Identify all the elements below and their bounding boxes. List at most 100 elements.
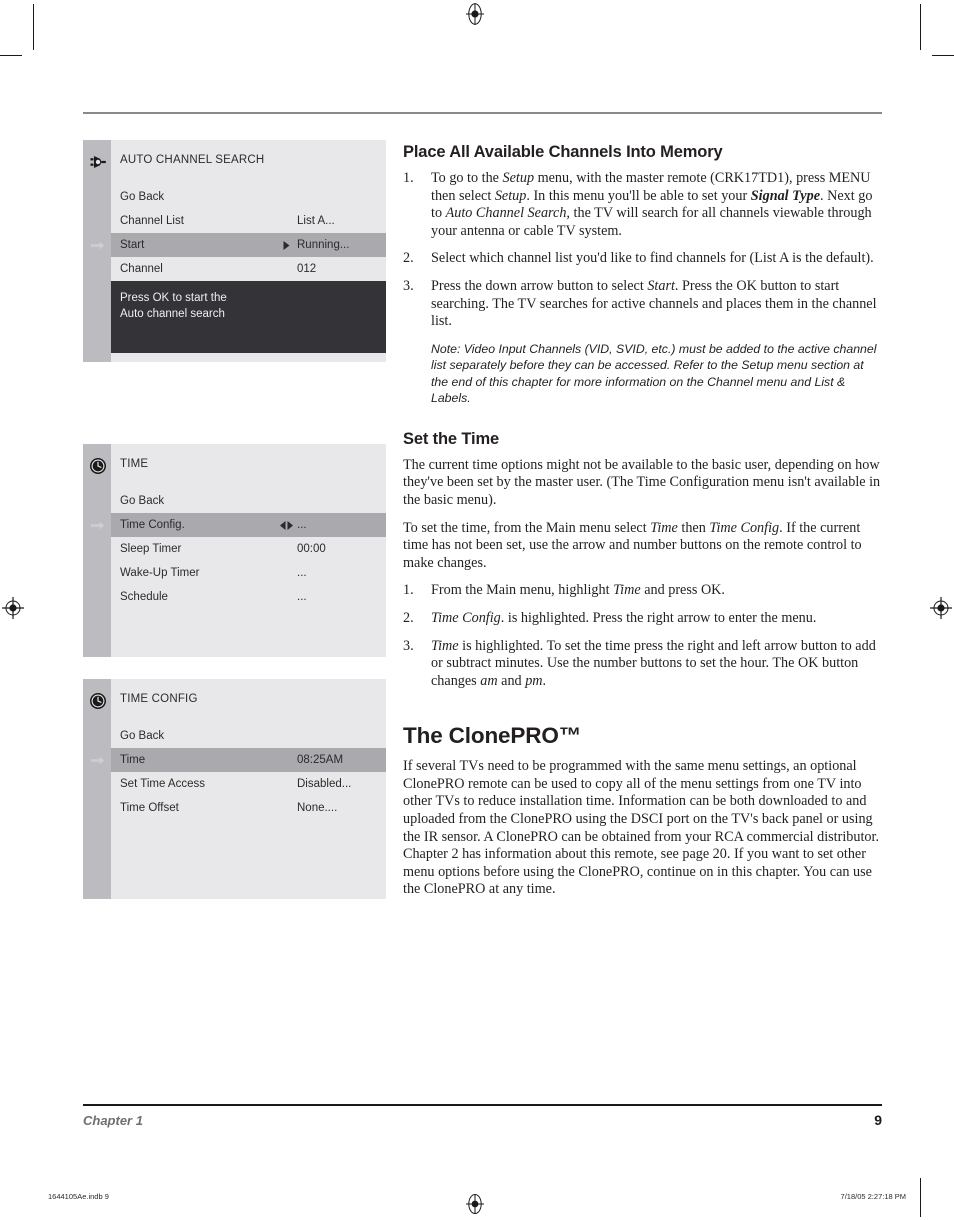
osd-row-go-back[interactable]: Go Back bbox=[111, 185, 386, 209]
selection-arrow-icon bbox=[91, 240, 105, 250]
emphasis-time: Time bbox=[613, 582, 641, 599]
paragraph: If several TVs need to be programmed wit… bbox=[403, 758, 880, 898]
osd-left-rail bbox=[83, 140, 111, 362]
list-item-number: 1. bbox=[403, 582, 414, 599]
osd-row-wake-up-timer[interactable]: Wake-Up Timer ... bbox=[111, 561, 386, 585]
osd-row-label: Wake-Up Timer bbox=[120, 567, 200, 579]
list-item: 1. To go to the Setup menu, with the mas… bbox=[403, 170, 883, 240]
osd-row-label: Go Back bbox=[120, 495, 165, 507]
content-column: Place All Available Channels Into Memory… bbox=[403, 142, 883, 909]
osd-help-line: Auto channel search bbox=[120, 308, 225, 320]
osd-row-set-time-access[interactable]: Set Time Access Disabled... bbox=[111, 772, 386, 796]
osd-row-arrows bbox=[275, 520, 297, 530]
osd-row-value: 012 bbox=[297, 263, 317, 275]
section-set-the-time: Set the Time The current time options mi… bbox=[403, 429, 883, 691]
step-text-part: and bbox=[497, 672, 526, 689]
osd-row-label: Channel List bbox=[120, 215, 184, 227]
list-item-number: 3. bbox=[403, 637, 414, 654]
list-item-number: 2. bbox=[403, 250, 414, 267]
header-rule bbox=[83, 112, 882, 114]
list-item-number: 2. bbox=[403, 609, 414, 626]
registration-mark-top bbox=[464, 3, 486, 25]
paragraph-part: then bbox=[677, 519, 710, 536]
osd-row-arrows bbox=[275, 240, 297, 250]
osd-help-line: Press OK to start the bbox=[120, 292, 227, 304]
emphasis-time: Time bbox=[650, 519, 678, 536]
step-text-part: . bbox=[542, 672, 547, 689]
registration-mark-left bbox=[2, 597, 24, 619]
crop-mark-top-right-v bbox=[920, 4, 921, 50]
osd-row-value: 00:00 bbox=[297, 543, 326, 555]
list-item: 3. Time is highlighted. To set the time … bbox=[403, 638, 883, 691]
section-clonepro: The ClonePRO™ If several TVs need to be … bbox=[403, 722, 883, 899]
chevron-left-icon bbox=[279, 520, 285, 530]
osd-left-rail bbox=[83, 679, 111, 899]
osd-row-schedule[interactable]: Schedule ... bbox=[111, 585, 386, 609]
antenna-signal-icon bbox=[87, 151, 108, 172]
osd-panel-time-config: TIME CONFIG Go Back Time 08:25AM Set Tim… bbox=[83, 679, 386, 899]
steps-list-channels: 1. To go to the Setup menu, with the mas… bbox=[403, 170, 883, 331]
osd-row-label: Go Back bbox=[120, 730, 165, 742]
osd-row-value: ... bbox=[297, 519, 307, 531]
osd-row-label: Channel bbox=[120, 263, 163, 275]
list-item-text: Time is highlighted. To set the time pre… bbox=[431, 638, 876, 689]
step-text-part: To go to the bbox=[431, 170, 503, 186]
osd-title: TIME CONFIG bbox=[120, 693, 198, 705]
section-heading: Set the Time bbox=[403, 429, 500, 448]
step-text-part: and press OK. bbox=[640, 582, 725, 599]
list-item: 2. Select which channel list you'd like … bbox=[403, 250, 883, 268]
chevron-right-icon bbox=[287, 520, 293, 530]
emphasis-time-config: Time Config bbox=[709, 519, 780, 536]
osd-row-value: Running... bbox=[297, 239, 350, 251]
list-item-text: From the Main menu, highlight Time and p… bbox=[431, 582, 725, 598]
osd-row-time[interactable]: Time 08:25AM bbox=[91, 748, 386, 772]
list-item-text: Press the down arrow button to select St… bbox=[431, 278, 877, 329]
emphasis-pm: pm bbox=[525, 672, 543, 689]
emphasis-setup: Setup bbox=[502, 170, 535, 186]
emphasis-start: Start bbox=[647, 277, 675, 294]
osd-panel-time: TIME Go Back Time Config. ... Sleep Time… bbox=[83, 444, 386, 657]
osd-row-label: Schedule bbox=[120, 591, 168, 603]
osd-row-sleep-timer[interactable]: Sleep Timer 00:00 bbox=[111, 537, 386, 561]
osd-row-value: ... bbox=[297, 567, 307, 579]
osd-row-time-offset[interactable]: Time Offset None.... bbox=[111, 796, 386, 820]
paragraph-part: To set the time, from the Main menu sele… bbox=[403, 519, 651, 536]
osd-row-channel-list[interactable]: Channel List List A... bbox=[111, 209, 386, 233]
osd-row-label: Set Time Access bbox=[120, 778, 206, 790]
print-slug-filename: 1644105Ae.indb 9 bbox=[48, 1192, 109, 1201]
osd-row-go-back[interactable]: Go Back bbox=[111, 724, 386, 748]
osd-title: TIME bbox=[120, 458, 149, 470]
emphasis-time-config: Time Config bbox=[431, 609, 501, 626]
clock-icon bbox=[87, 690, 108, 711]
section-heading: The ClonePRO™ bbox=[403, 723, 582, 749]
emphasis-signal-type: Signal Type bbox=[750, 187, 820, 204]
step-text-part: . is highlighted. Press the right arrow … bbox=[500, 609, 817, 626]
steps-list-time: 1. From the Main menu, highlight Time an… bbox=[403, 582, 883, 690]
osd-row-value: ... bbox=[297, 591, 307, 603]
crop-mark-top-right-h bbox=[932, 55, 954, 56]
osd-row-label: Time Config. bbox=[120, 519, 185, 531]
footer-chapter-label: Chapter 1 bbox=[83, 1113, 143, 1128]
list-item-number: 1. bbox=[403, 170, 414, 186]
osd-panel-auto-channel-search: AUTO CHANNEL SEARCH Go Back Channel List… bbox=[83, 140, 386, 362]
section-heading: Place All Available Channels Into Memory bbox=[403, 143, 723, 161]
osd-row-label: Time Offset bbox=[120, 802, 179, 814]
list-item-number: 3. bbox=[403, 277, 414, 294]
emphasis-time: Time bbox=[431, 637, 459, 654]
list-item-text: To go to the Setup menu, with the master… bbox=[431, 170, 872, 239]
paragraph: To set the time, from the Main menu sele… bbox=[403, 520, 883, 573]
osd-row-start[interactable]: Start Running... bbox=[91, 233, 386, 257]
list-item-text: Time Config. is highlighted. Press the r… bbox=[431, 610, 816, 626]
osd-row-go-back[interactable]: Go Back bbox=[111, 489, 386, 513]
selection-arrow-icon bbox=[91, 755, 105, 765]
osd-row-label: Go Back bbox=[120, 191, 165, 203]
clock-icon bbox=[87, 455, 108, 476]
print-slug: 1644105Ae.indb 9 7/18/05 2:27:18 PM bbox=[48, 1192, 906, 1201]
osd-row-channel[interactable]: Channel 012 bbox=[111, 257, 386, 281]
emphasis-auto-channel-search: Auto Channel Search, bbox=[445, 205, 570, 222]
page-footer: Chapter 1 9 bbox=[83, 1112, 882, 1128]
list-item: 3. Press the down arrow button to select… bbox=[403, 278, 883, 331]
osd-row-time-config[interactable]: Time Config. ... bbox=[91, 513, 386, 537]
